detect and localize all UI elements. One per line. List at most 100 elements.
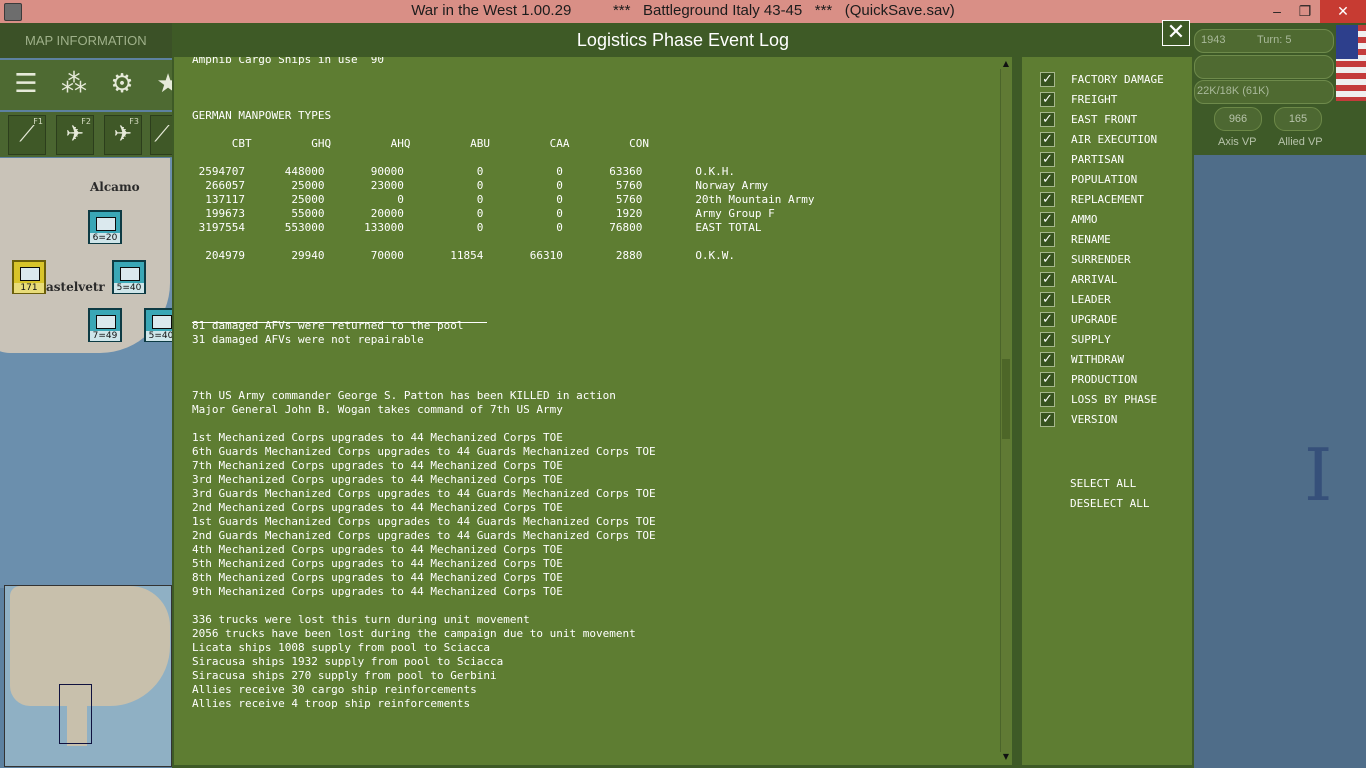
scroll-up-arrow-icon[interactable]: ▲ [1001, 59, 1011, 69]
log-line: 2nd Mechanized Corps upgrades to 44 Mech… [192, 501, 563, 514]
log-line: 3rd Guards Mechanized Corps upgrades to … [192, 487, 656, 500]
filter-checkbox[interactable]: ✓ [1040, 292, 1055, 307]
filter-checkbox[interactable]: ✓ [1040, 92, 1055, 107]
scroll-down-arrow-icon[interactable]: ▼ [1001, 752, 1011, 762]
log-line: 1st Guards Mechanized Corps upgrades to … [192, 515, 656, 528]
map-information-tab[interactable]: MAP INFORMATION [0, 23, 172, 58]
filter-checkbox[interactable]: ✓ [1040, 312, 1055, 327]
unit-counter[interactable]: 6=20 [88, 210, 122, 244]
date-turn-box: 1943 Turn: 5 [1194, 29, 1334, 53]
filter-label: AMMO [1071, 213, 1098, 226]
log-line: 204979 29940 70000 11854 66310 2880 O.K.… [192, 249, 736, 262]
main-toolbar: ☰ ⁂ ⚙ ★ [0, 60, 172, 110]
log-scrollbar[interactable]: ▲ ▼ [1000, 59, 1011, 761]
filter-label: POPULATION [1071, 173, 1138, 186]
filter-checkbox[interactable]: ✓ [1040, 412, 1055, 427]
log-line: 336 trucks were lost this turn during un… [192, 613, 530, 626]
filter-checkbox[interactable]: ✓ [1040, 232, 1055, 247]
filter-label: LOSS BY PHASE [1071, 393, 1158, 406]
tank-list-icon[interactable]: ☰ [8, 66, 44, 102]
filter-label: PARTISAN [1071, 153, 1124, 166]
filter-checkbox[interactable]: ✓ [1040, 132, 1055, 147]
log-line: Allies receive 4 troop ship reinforcemen… [192, 697, 471, 710]
filter-checkbox[interactable]: ✓ [1040, 112, 1055, 127]
strength-box: 22K/18K (61K) [1194, 80, 1334, 104]
city-label: astelvetr [46, 280, 105, 294]
filter-checkbox[interactable]: ✓ [1040, 192, 1055, 207]
dialog-title: Logistics Phase Event Log [576, 30, 790, 50]
star-icon[interactable]: ★ [150, 66, 172, 102]
filter-label: SUPPLY [1071, 333, 1111, 346]
filter-checkbox[interactable]: ✓ [1040, 372, 1055, 387]
window-title: War in the West 1.00.29 *** Battleground… [411, 2, 955, 19]
unit-counter[interactable]: 5=40 [144, 308, 172, 342]
log-line: 7th Mechanized Corps upgrades to 44 Mech… [192, 459, 563, 472]
filter-checkbox[interactable]: ✓ [1040, 352, 1055, 367]
minimize-button[interactable]: – [1262, 0, 1292, 23]
select-all-button[interactable]: SELECT ALL [1070, 477, 1136, 490]
map-view[interactable]: Alcamo astelvetr 6=20 5=40 7=49 5=40 171 [0, 158, 172, 588]
map-region-letter: I [1304, 433, 1333, 517]
allied-vp-value: 165 [1274, 107, 1322, 131]
axis-vp-value: 966 [1214, 107, 1262, 131]
log-line: GERMAN MANPOWER TYPES [192, 109, 332, 122]
log-line: 2056 trucks have been lost during the ca… [192, 627, 636, 640]
event-log-panel[interactable]: Amphib Cargo Ships in use 90 GERMAN MANPO… [174, 57, 1012, 765]
unit-counter[interactable]: 7=49 [88, 308, 122, 342]
unit-tree-icon[interactable]: ⁂ [56, 66, 92, 102]
maximize-button[interactable]: ❐ [1290, 0, 1320, 23]
log-line: 137117 25000 0 0 0 5760 20th Mountain Ar… [192, 193, 815, 206]
event-log-text: Amphib Cargo Ships in use 90 GERMAN MANPO… [192, 57, 992, 765]
filter-label: LEADER [1071, 293, 1111, 306]
air-mode-icon[interactable]: F2 ✈ [56, 115, 94, 155]
filter-label: EAST FRONT [1071, 113, 1138, 126]
log-line: 2nd Guards Mechanized Corps upgrades to … [192, 529, 656, 542]
mode-toolbar: F1 ⟋ F2 ✈ F3 ✈ ⟋ [0, 112, 172, 157]
filter-checkbox[interactable]: ✓ [1040, 332, 1055, 347]
filter-checkbox[interactable]: ✓ [1040, 272, 1055, 287]
filter-checkbox[interactable]: ✓ [1040, 72, 1055, 87]
log-line: Siracusa ships 270 supply from pool to G… [192, 669, 497, 682]
date-label: 1943 [1201, 34, 1226, 46]
more-mode-icon[interactable]: ⟋ [150, 115, 172, 155]
ground-mode-icon[interactable]: F1 ⟋ [8, 115, 46, 155]
filter-label: AIR EXECUTION [1071, 133, 1158, 146]
log-line: 266057 25000 23000 0 0 5760 Norway Army [192, 179, 769, 192]
log-line: 1st Mechanized Corps upgrades to 44 Mech… [192, 431, 563, 444]
filter-checkbox[interactable]: ✓ [1040, 252, 1055, 267]
filter-label: VERSION [1071, 413, 1118, 426]
turn-status-panel: 1943 Turn: 5 22K/18K (61K) 966 165 Axis … [1194, 23, 1366, 155]
gear-icon[interactable]: ⚙ [104, 66, 140, 102]
airstrike-mode-icon[interactable]: F3 ✈ [104, 115, 142, 155]
deselect-all-button[interactable]: DESELECT ALL [1070, 497, 1149, 510]
log-line: 7th US Army commander George S. Patton h… [192, 389, 616, 402]
log-line: 31 damaged AFVs were not repairable [192, 333, 424, 346]
dialog-close-button[interactable]: ✕ [1162, 20, 1190, 46]
us-flag-icon [1336, 25, 1366, 101]
filter-label: FREIGHT [1071, 93, 1118, 106]
filter-checkbox[interactable]: ✓ [1040, 172, 1055, 187]
log-line: 3197554 553000 133000 0 0 76800 EAST TOT… [192, 221, 762, 234]
log-line: Licata ships 1008 supply from pool to Sc… [192, 641, 491, 654]
window-close-button[interactable]: ✕ [1320, 0, 1366, 23]
filter-checkbox[interactable]: ✓ [1040, 212, 1055, 227]
log-line: 5th Mechanized Corps upgrades to 44 Mech… [192, 557, 563, 570]
right-map-panel: 1943 Turn: 5 22K/18K (61K) 966 165 Axis … [1194, 23, 1366, 768]
unit-counter[interactable]: 171 [12, 260, 46, 294]
filter-checkbox[interactable]: ✓ [1040, 392, 1055, 407]
filter-label: WITHDRAW [1071, 353, 1124, 366]
city-label: Alcamo [90, 180, 140, 194]
axis-vp-label: Axis VP [1218, 136, 1257, 148]
log-separator [192, 322, 487, 323]
logistics-log-dialog: Logistics Phase Event Log ✕ Amphib Cargo… [172, 20, 1194, 768]
filter-checkbox[interactable]: ✓ [1040, 152, 1055, 167]
log-line: 6th Guards Mechanized Corps upgrades to … [192, 445, 656, 458]
info-box [1194, 55, 1334, 79]
minimap[interactable] [4, 585, 172, 767]
unit-counter[interactable]: 5=40 [112, 260, 146, 294]
filter-label: PRODUCTION [1071, 373, 1138, 386]
filter-label: UPGRADE [1071, 313, 1118, 326]
allied-vp-label: Allied VP [1278, 136, 1323, 148]
minimap-viewport[interactable] [59, 684, 92, 744]
scroll-thumb[interactable] [1002, 359, 1010, 439]
